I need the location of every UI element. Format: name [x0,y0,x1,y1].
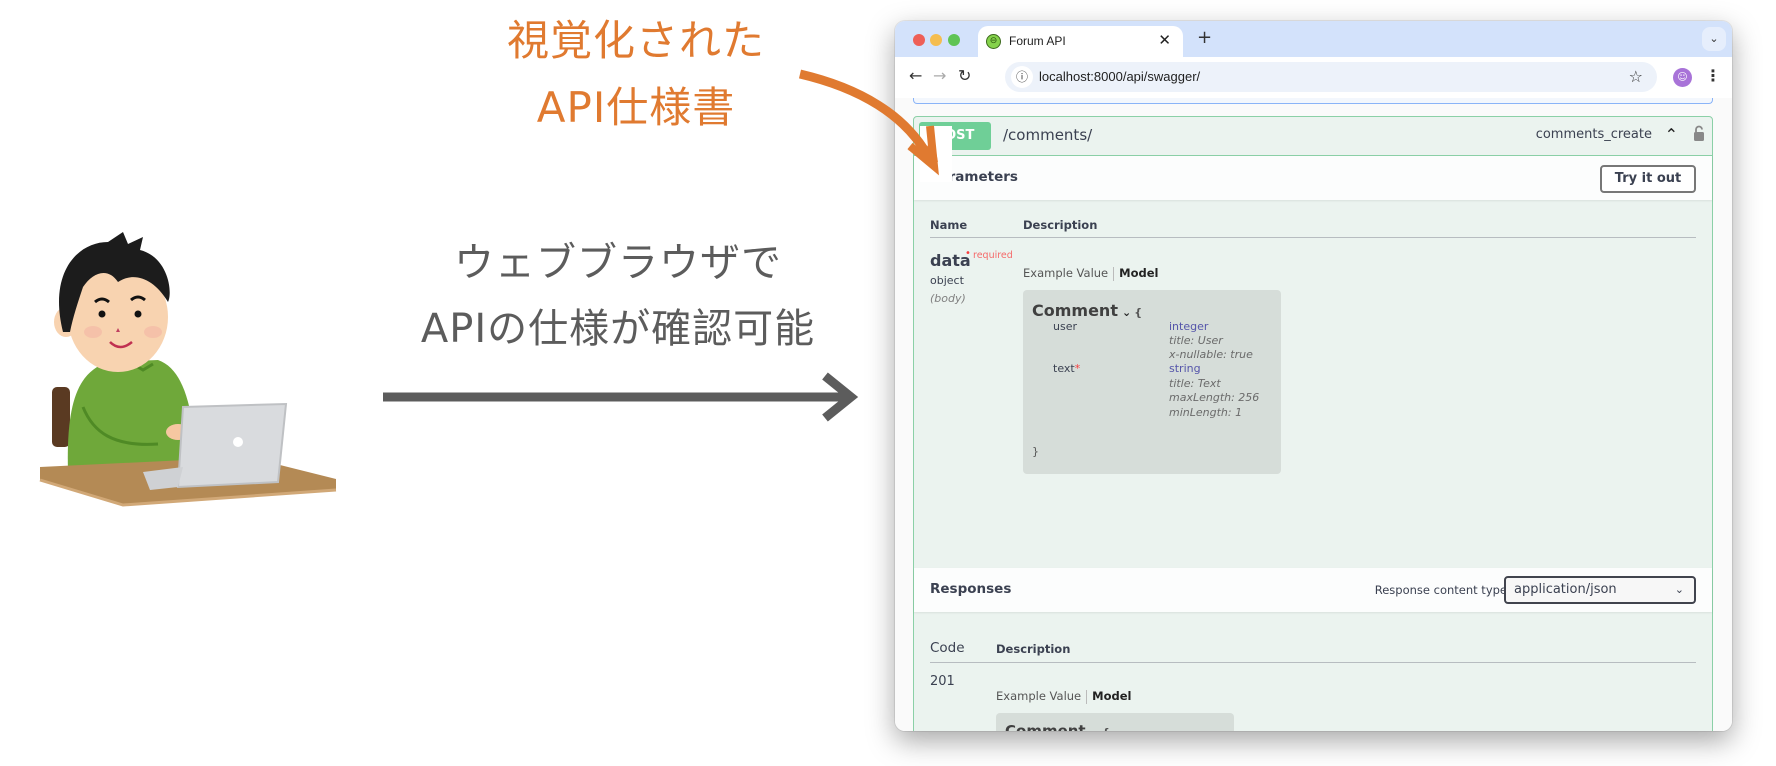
caption-visualized-spec-line1: 視覚化された [506,16,765,65]
property-name-text: text* [1053,362,1080,375]
response-content-type-label: Response content type [1374,583,1507,597]
tab-separator [1086,689,1088,704]
property-text-label: text [1053,362,1075,375]
model-close-brace: } [1032,445,1039,458]
operation-id: comments_create [1535,127,1652,142]
response-code: 201 [930,674,955,689]
response-model-title[interactable]: Comment ⌄{ [1005,722,1110,731]
responses-title: Responses [930,581,1012,597]
tab-separator [1113,266,1115,281]
tab-strip: ⊖ Forum API ✕ + ⌄ [895,21,1732,57]
site-info-icon[interactable]: ⓘ [1011,66,1033,88]
property-type-user: integer [1169,320,1209,333]
reload-icon[interactable]: ↻ [958,66,971,85]
property-meta-user-nullable: x-nullable: true [1169,348,1253,361]
tab-model[interactable]: Model [1119,266,1158,280]
property-meta-text-title: title: Text [1169,377,1221,390]
model-title[interactable]: Comment ⌄{ [1032,301,1142,320]
property-meta-text-maxlength: maxLength: 256 [1169,391,1260,404]
column-header-name: Name [930,218,968,232]
tab-model[interactable]: Model [1092,689,1131,703]
model-open-brace: { [1102,726,1110,731]
operation-path: /comments/ [1003,126,1093,144]
caption-browser-line1: ウェブブラウザで [454,240,782,286]
minimize-window-button[interactable] [930,34,942,46]
collapse-chevron-icon[interactable]: ⌃ [1665,125,1678,144]
person-with-laptop-illustration [39,232,337,507]
parameters-header: Parameters Try it out [914,156,1712,200]
browser-menu-icon[interactable]: ⋮ [1705,66,1721,85]
tab-search-chevron-icon[interactable]: ⌄ [1702,27,1726,51]
model-schema-box: Comment ⌄{ user integer title: User x-nul… [1023,290,1281,474]
parameter-type: object [930,274,964,287]
close-window-button[interactable] [913,34,925,46]
column-header-response-description: Description [996,642,1071,656]
required-label: required [973,250,1013,261]
maximize-window-button[interactable] [948,34,960,46]
previous-operation-block [913,98,1713,104]
property-meta-text-minlength: minLength: 1 [1169,406,1243,419]
try-it-out-button[interactable]: Try it out [1600,165,1696,193]
right-arrow-icon [383,372,859,422]
curved-pointer-arrow-icon [798,69,939,176]
required-asterisk: * [1074,362,1081,375]
caption-browser-line2: APIの仕様が確認可能 [420,306,816,352]
tab-example-value[interactable]: Example Value [996,689,1081,703]
operation-block-post-comments: POST /comments/ comments_create ⌃ Parame… [913,116,1713,731]
column-header-description: Description [1023,218,1098,232]
example-model-tabs: Example Value Model [1023,266,1158,281]
responses-table-divider [930,662,1696,663]
swagger-favicon-icon: ⊖ [986,34,1001,49]
parameter-location: (body) [930,292,966,305]
tab-example-value[interactable]: Example Value [1023,266,1108,280]
tab-forum-api[interactable]: ⊖ Forum API ✕ [978,26,1183,57]
required-marker: • [965,248,971,259]
close-tab-icon[interactable]: ✕ [1158,31,1171,49]
property-name-user: user [1053,320,1077,333]
model-name: Comment [1032,301,1118,320]
property-type-text: string [1169,362,1201,375]
tab-title: Forum API [1009,34,1066,48]
response-content-type-select[interactable]: application/json ⌄ [1504,576,1696,604]
laptop-shape [176,402,288,489]
browser-toolbar: ← → ↻ ⓘ localhost:8000/api/swagger/ ☆ ☺ … [895,57,1732,98]
url-text[interactable]: localhost:8000/api/swagger/ [1039,69,1200,84]
property-meta-user-title: title: User [1169,334,1223,347]
new-tab-button[interactable]: + [1197,27,1212,48]
response-model-name: Comment [1005,722,1086,731]
operation-summary[interactable]: POST /comments/ comments_create ⌃ [914,117,1712,156]
select-chevron-icon: ⌄ [1674,583,1684,596]
address-bar[interactable]: ⓘ localhost:8000/api/swagger/ ☆ [1005,62,1657,92]
model-expand-chevron-icon[interactable]: ⌄ [1122,306,1131,319]
responses-header: Responses Response content type applicat… [914,568,1712,612]
lock-icon[interactable] [1693,125,1705,141]
bookmark-star-icon[interactable]: ☆ [1629,67,1643,86]
column-header-code: Code [930,640,965,656]
model-open-brace: { [1134,306,1143,319]
chair-shape [52,387,70,447]
response-example-model-tabs: Example Value Model [996,689,1131,704]
selected-content-type: application/json [1514,582,1617,597]
caption-visualized-spec-line2: API仕様書 [536,83,736,132]
model-expand-chevron-icon[interactable]: ⌄ [1090,726,1099,731]
browser-window: ⊖ Forum API ✕ + ⌄ ← → ↻ ⓘ localhost:8000… [895,21,1732,731]
response-model-schema-box: Comment ⌄{ [996,713,1234,731]
table-divider [930,237,1696,238]
profile-avatar[interactable]: ☺ [1673,68,1692,87]
swagger-page: POST /comments/ comments_create ⌃ Parame… [895,98,1732,731]
